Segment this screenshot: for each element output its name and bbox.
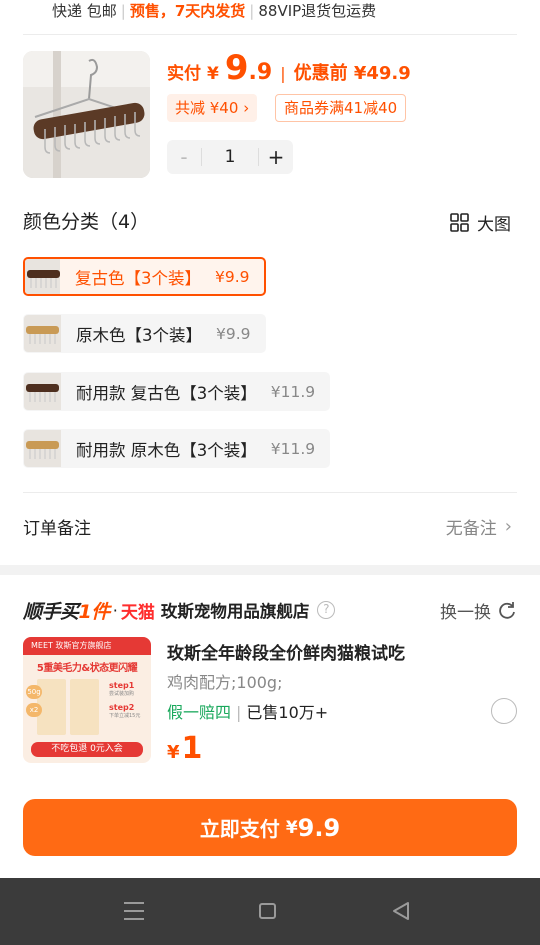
home-icon[interactable]: [259, 903, 276, 919]
variant-option[interactable]: 原木色【3个装】 ¥9.9: [23, 314, 266, 353]
pay-currency: ¥: [285, 817, 298, 838]
variant-section-title: 颜色分类（4）: [23, 211, 150, 233]
system-nav-bar: [0, 878, 540, 945]
grid-view-icon: [450, 212, 469, 232]
back-icon[interactable]: [391, 901, 411, 921]
product-image[interactable]: [23, 51, 150, 178]
discount-detail-chip[interactable]: 共减 ¥40 ›: [167, 94, 258, 122]
variant-price: ¥9.9: [216, 324, 251, 343]
order-remark-field[interactable]: 无备注 ›: [446, 514, 512, 539]
order-remark-value: 无备注: [445, 519, 497, 539]
refresh-icon: [499, 602, 515, 619]
variant-price: ¥11.9: [270, 382, 316, 401]
presale-notice: 预售，7天内发货: [129, 2, 246, 20]
chevron-right-icon: ›: [504, 516, 512, 537]
price-separator: |: [280, 64, 286, 83]
pay-now-button[interactable]: 立即支付 ¥9.9: [23, 799, 517, 856]
variant-swatch: [24, 430, 61, 467]
divider: [23, 492, 517, 493]
variant-name: 原木色【3个装】: [76, 325, 202, 345]
bottom-action-bar: 立即支付 ¥9.9: [0, 785, 540, 878]
currency-symbol: ¥: [207, 64, 219, 84]
variant-option[interactable]: 耐用款 复古色【3个装】 ¥11.9: [23, 372, 331, 411]
shop-name[interactable]: 玫斯宠物用品旗舰店: [161, 598, 310, 622]
menu-icon[interactable]: [124, 902, 144, 920]
order-remark-label: 订单备注: [23, 519, 91, 539]
big-view-label: 大图: [477, 214, 511, 235]
discount-detail-text: 共减 ¥40: [175, 99, 239, 117]
price-integer: 9: [224, 48, 249, 88]
price-summary: 实付 ¥ 9.9 | 优惠前 ¥49.9: [167, 48, 411, 88]
variant-swatch: [24, 373, 61, 410]
variant-name: 耐用款 复古色【3个装】: [76, 383, 257, 403]
recommended-product-image[interactable]: MEET 玫斯官方旗舰店 5重美毛力&状态更闪耀 50g x2 step1 尝试装…: [23, 637, 151, 763]
chevron-right-icon: ›: [243, 99, 250, 117]
pay-amount: 9.9: [297, 813, 341, 842]
order-card: 快递 包邮 | 预售，7天内发货 | 88VIP退货包运费 实付 ¥ 9.9 | 优惠前…: [0, 0, 540, 565]
divider: [23, 34, 517, 35]
qty-increase-button[interactable]: +: [259, 145, 293, 169]
variant-swatch: [24, 315, 61, 352]
coupon-chip[interactable]: 商品券满41减40: [275, 94, 407, 122]
shipping-method: 快递 包邮: [52, 2, 117, 20]
variant-name: 复古色【3个装】: [75, 268, 201, 288]
recommendation-header: 顺手买1件 · 天猫 玫斯宠物用品旗舰店 ?: [23, 597, 336, 623]
variant-price: ¥11.9: [270, 439, 316, 458]
recommendation-card: 顺手买1件 · 天猫 玫斯宠物用品旗舰店 ? 换一换 MEET 玫斯官方旗舰店 …: [0, 575, 540, 785]
variant-price: ¥9.9: [215, 267, 250, 286]
help-icon[interactable]: ?: [317, 601, 336, 619]
big-view-toggle[interactable]: 大图: [450, 210, 511, 235]
shipping-info: 快递 包邮 | 预售，7天内发货 | 88VIP退货包运费: [52, 2, 377, 20]
variant-swatch: [25, 259, 60, 294]
recommended-product-tags: 假一赔四 | 已售10万+: [167, 703, 329, 722]
return-policy: 88VIP退货包运费: [258, 2, 377, 20]
recommended-product-price: ¥1: [167, 731, 203, 766]
sold-count: 已售10万+: [246, 703, 329, 722]
price-decimal: .9: [248, 60, 273, 85]
pre-discount-price: 优惠前 ¥49.9: [293, 63, 411, 84]
add-on-logo: 顺手买1件: [23, 600, 110, 623]
paid-label: 实付: [167, 64, 201, 84]
pay-now-label: 立即支付: [199, 817, 280, 841]
recommended-product-spec: 鸡肉配方;100g;: [167, 673, 283, 692]
swap-label: 换一换: [440, 602, 491, 623]
variant-option[interactable]: 复古色【3个装】 ¥9.9: [23, 257, 266, 296]
tmall-logo: 天猫: [120, 602, 155, 623]
qty-value[interactable]: 1: [201, 148, 259, 166]
variant-name: 耐用款 原木色【3个装】: [76, 440, 257, 460]
variant-option[interactable]: 耐用款 原木色【3个装】 ¥11.9: [23, 429, 331, 468]
swap-button[interactable]: 换一换: [440, 597, 517, 623]
guarantee-tag: 假一赔四: [167, 703, 232, 722]
qty-decrease-button[interactable]: -: [167, 145, 201, 169]
quantity-stepper: - 1 +: [167, 140, 293, 174]
add-recommendation-radio[interactable]: [491, 698, 517, 724]
recommended-product-title[interactable]: 玫斯全年龄段全价鲜肉猫粮试吃: [167, 639, 405, 664]
